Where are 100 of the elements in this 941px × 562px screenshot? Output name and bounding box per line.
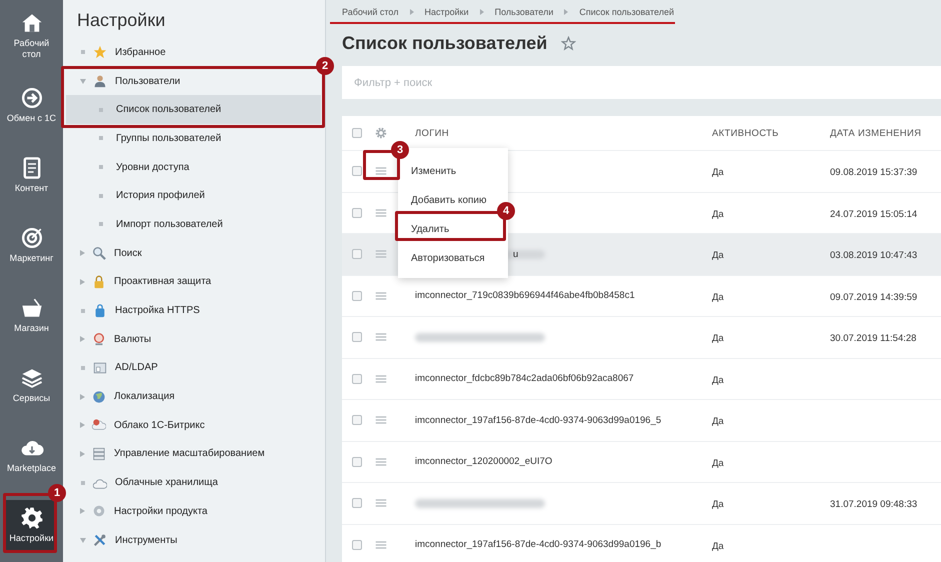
star-icon[interactable] — [561, 36, 576, 50]
menu-item[interactable]: Добавить копию — [407, 192, 491, 208]
menu-item[interactable]: Удалить — [407, 221, 454, 237]
arrow-circle-icon — [20, 86, 44, 110]
expand-arrow-icon[interactable] — [80, 450, 85, 457]
table-cell: imconnector_197af156-87de-4cd0-9374-9063d99a0196_b — [415, 539, 662, 550]
cloud-icon — [92, 418, 106, 432]
tree-item[interactable]: Поиск — [63, 243, 148, 264]
table-cell: Да — [712, 458, 724, 469]
tree-item[interactable]: Облако 1С-Битрикс — [63, 415, 211, 436]
tree-item[interactable]: Список пользователей — [66, 95, 321, 124]
window-icon — [93, 360, 107, 375]
checkbox[interactable] — [352, 498, 362, 508]
column-header[interactable]: ДАТА ИЗМЕНЕНИЯ — [830, 128, 941, 138]
tree-item[interactable]: Валюты — [63, 329, 158, 350]
tree-item[interactable]: Настройка HTTPS — [63, 300, 206, 321]
tree-item[interactable]: Группы пользователей — [63, 128, 228, 148]
collapse-arrow-icon[interactable] — [80, 78, 86, 84]
expand-arrow-icon[interactable] — [80, 422, 85, 428]
bullet-icon — [99, 165, 103, 170]
table-cell: 31.07.2019 09:48:33 — [830, 499, 918, 510]
filter-search-field[interactable]: Фильтр + поиск — [342, 66, 941, 99]
rail-item[interactable]: Контент — [6, 150, 57, 200]
table-cell: 09.08.2019 15:37:39 — [830, 167, 918, 178]
bullet-icon — [99, 136, 103, 140]
table-row[interactable]: imconnector_197af156-87de-4cd0-9374-9063d99a0196_b Да — [342, 524, 941, 562]
menu-item[interactable]: Изменить — [407, 163, 460, 179]
checkbox[interactable] — [352, 415, 362, 426]
table-cell: Да — [712, 250, 724, 262]
bullet-icon — [81, 308, 85, 313]
menu-item[interactable]: Авторизоваться — [407, 250, 489, 266]
tree-item[interactable]: Проактивная защита — [63, 272, 218, 292]
separator-icon — [564, 9, 568, 15]
table-row[interactable]: imconnector_120200002_eUI7O Да — [342, 442, 941, 483]
column-header[interactable]: ЛОГИН — [415, 128, 712, 138]
rail-item[interactable]: Marketplace — [6, 430, 57, 480]
tree-item[interactable]: Импорт пользователей — [63, 214, 229, 234]
bullet-icon — [81, 366, 85, 370]
checkbox[interactable] — [352, 332, 362, 342]
breadcrumb-link[interactable]: Пользователи — [494, 7, 554, 17]
checkbox[interactable] — [352, 166, 362, 176]
expand-arrow-icon[interactable] — [80, 508, 85, 514]
magnifier-icon — [92, 246, 106, 260]
expand-arrow-icon[interactable] — [80, 250, 85, 256]
rail-item[interactable]: Настройки — [6, 500, 57, 550]
table-row[interactable]: imconnector_fdcbc89b784c2ada06bf06b92aca8067 Да — [342, 358, 941, 400]
checkbox[interactable] — [352, 128, 362, 138]
checkbox[interactable] — [352, 290, 362, 301]
bullet-icon — [81, 480, 85, 485]
bullet-icon — [81, 50, 85, 54]
tools-icon — [93, 533, 107, 548]
settings-icon[interactable] — [375, 127, 387, 139]
expand-arrow-icon[interactable] — [80, 336, 85, 342]
tree-item[interactable]: AD/LDAP — [63, 358, 164, 378]
page-title: Список пользователей — [342, 32, 548, 54]
rail-item[interactable]: Рабочий стол — [6, 10, 57, 60]
table-cell: Да — [712, 292, 724, 303]
expand-arrow-icon[interactable] — [80, 278, 85, 285]
rail-item[interactable]: Маркетинг — [6, 220, 57, 270]
basket-icon — [20, 296, 44, 320]
tree-item[interactable]: Локализация — [63, 386, 181, 407]
checkbox[interactable] — [352, 456, 362, 467]
tree-item[interactable]: Настройки продукта — [63, 501, 214, 522]
panel-title: Настройки — [76, 9, 166, 32]
table-cell: Да — [712, 208, 724, 220]
star-icon — [93, 45, 107, 60]
tree-item[interactable]: Управление масштабированием — [63, 444, 271, 464]
tree-item[interactable]: Пользователи — [63, 71, 186, 92]
rail-item[interactable]: Обмен с 1С — [6, 80, 57, 130]
lock-icon — [92, 274, 106, 289]
tree-item[interactable]: История профилей — [63, 186, 211, 206]
column-header[interactable]: АКТИВНОСТЬ — [712, 128, 830, 138]
expand-arrow-icon[interactable] — [80, 394, 85, 400]
checkbox[interactable] — [352, 540, 362, 550]
table-row[interactable]: Да 31.07.2019 09:48:33 — [342, 483, 941, 524]
server-icon — [92, 446, 106, 461]
breadcrumb-link[interactable]: Список пользователей — [579, 7, 674, 17]
table-cell: imconnector_197af156-87de-4cd0-9374-9063d99a0196_5 — [415, 414, 662, 426]
breadcrumb-link[interactable]: Настройки — [424, 7, 469, 17]
menu-icon[interactable] — [375, 165, 387, 178]
tree-item[interactable]: Инструменты — [63, 530, 184, 550]
rail-item[interactable]: Сервисы — [6, 360, 57, 410]
table-cell: imconnector_719c0839b696944f46abe4fb0b8458c1 — [415, 290, 635, 302]
table-cell: Да — [712, 167, 724, 178]
table-cell: u — [513, 248, 518, 260]
breadcrumb-link[interactable]: Рабочий стол — [342, 7, 398, 17]
bullet-icon — [99, 222, 103, 226]
checkbox[interactable] — [352, 249, 362, 260]
tree-item[interactable]: Уровни доступа — [63, 157, 196, 178]
rail-item[interactable]: Магазин — [6, 290, 57, 340]
table-row[interactable]: Да 30.07.2019 11:54:28 — [342, 317, 941, 358]
table-row[interactable]: imconnector_197af156-87de-4cd0-9374-9063d99a0196_5 Да — [342, 400, 941, 442]
checkbox[interactable] — [352, 374, 362, 384]
tree-item[interactable]: Облачные хранилища — [63, 472, 224, 493]
table-cell: Да — [712, 416, 724, 428]
table-cell: Да — [712, 499, 724, 510]
collapse-arrow-icon[interactable] — [80, 538, 86, 543]
checkbox[interactable] — [352, 208, 362, 218]
table-cell: 30.07.2019 11:54:28 — [830, 333, 916, 344]
tree-item[interactable]: Избранное — [63, 42, 172, 62]
